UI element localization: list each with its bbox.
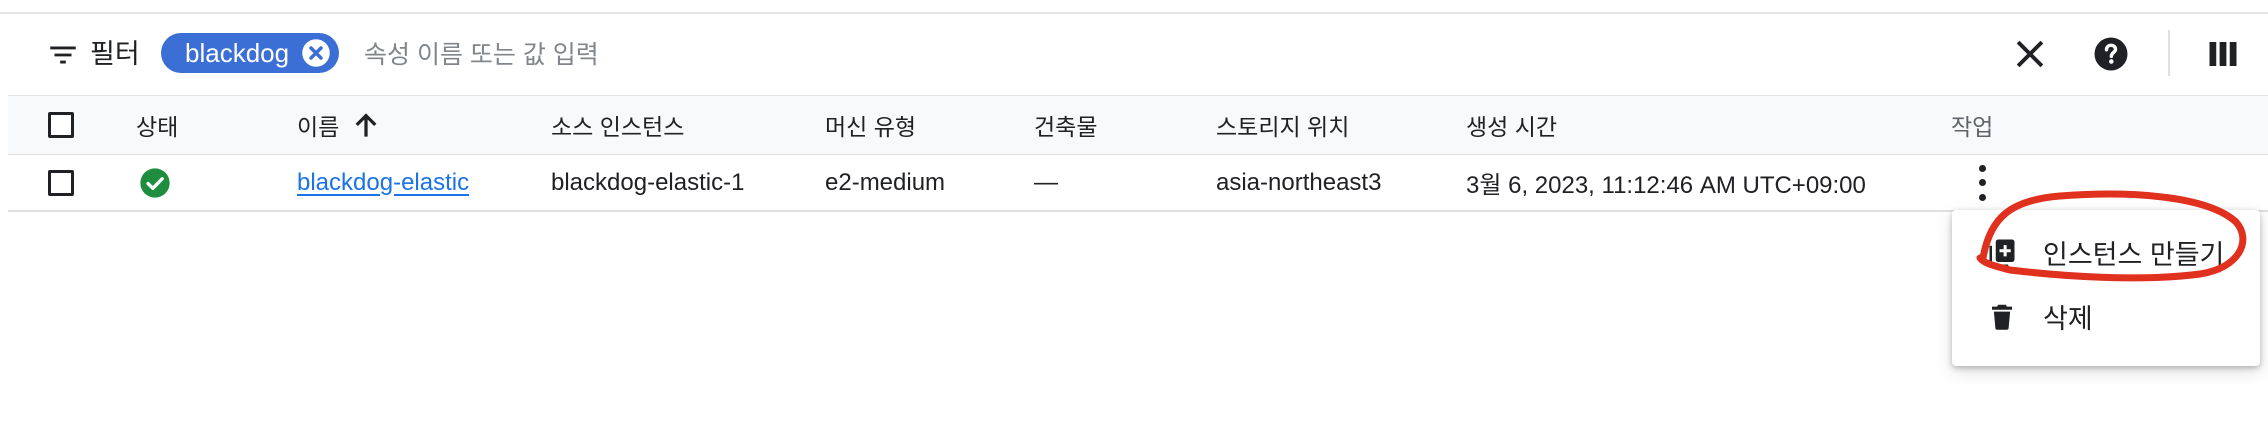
header-machine-type[interactable]: 머신 유형 xyxy=(825,96,916,154)
filter-input[interactable] xyxy=(362,34,1866,76)
menu-item-create-instance[interactable]: 인스턴스 만들기 xyxy=(1952,222,2260,282)
table-row: blackdog-elastic blackdog-elastic-1 e2-m… xyxy=(8,155,2268,212)
actions-cell xyxy=(1974,155,1990,210)
more-vert-icon[interactable] xyxy=(1974,161,1990,205)
header-select-all-cell xyxy=(48,96,74,154)
table-header-row: 상태 이름 소스 인스턴스 머신 유형 건축물 스토리지 위치 생성 시간 작업 xyxy=(8,95,2268,156)
row-select-cell xyxy=(48,155,74,210)
column-display-icon[interactable] xyxy=(2205,36,2241,72)
header-storage-location[interactable]: 스토리지 위치 xyxy=(1216,96,1349,154)
filter-label[interactable]: 필터 xyxy=(90,36,140,72)
header-name[interactable]: 이름 xyxy=(297,96,381,154)
header-actions: 작업 xyxy=(1951,114,1994,140)
close-icon[interactable] xyxy=(2012,36,2048,72)
header-name-label: 이름 xyxy=(297,114,340,140)
source-instance-cell: blackdog-elastic-1 xyxy=(551,168,745,196)
created-time-cell: 3월 6, 2023, 11:12:46 AM UTC+09:00 xyxy=(1466,172,1866,199)
header-status[interactable]: 상태 xyxy=(136,96,178,154)
check-circle-icon xyxy=(140,167,170,198)
row-checkbox[interactable] xyxy=(48,169,74,196)
select-all-checkbox[interactable] xyxy=(48,112,74,138)
trash-icon xyxy=(1992,304,2012,330)
row-actions-menu: 인스턴스 만들기 삭제 xyxy=(1952,210,2260,366)
machine-type-cell: e2-medium xyxy=(825,168,946,196)
header-source-instance[interactable]: 소스 인스턴스 xyxy=(551,96,684,154)
menu-item-label: 삭제 xyxy=(2043,303,2093,334)
menu-item-delete[interactable]: 삭제 xyxy=(1952,286,2260,346)
filter-icon[interactable] xyxy=(46,38,80,72)
artifact-cell: — xyxy=(1034,168,1058,196)
toolbar-divider xyxy=(2168,30,2170,76)
instance-name-link[interactable]: blackdog-elastic xyxy=(297,169,469,197)
name-cell: blackdog-elastic xyxy=(297,155,469,210)
arrow-up-icon[interactable] xyxy=(351,110,381,140)
chip-remove-icon[interactable] xyxy=(301,38,331,68)
header-created-time[interactable]: 생성 시간 xyxy=(1466,96,1557,154)
filter-chip[interactable]: blackdog xyxy=(161,33,340,73)
filter-chip-label: blackdog xyxy=(185,37,290,68)
status-cell xyxy=(139,155,171,210)
menu-item-label: 인스턴스 만들기 xyxy=(2043,239,2225,270)
header-artifact[interactable]: 건축물 xyxy=(1034,96,1097,154)
help-icon[interactable] xyxy=(2093,36,2129,72)
storage-location-cell: asia-northeast3 xyxy=(1216,168,1382,196)
add-box-icon xyxy=(1989,239,2015,267)
filter-bar: 필터 blackdog xyxy=(0,14,2268,94)
